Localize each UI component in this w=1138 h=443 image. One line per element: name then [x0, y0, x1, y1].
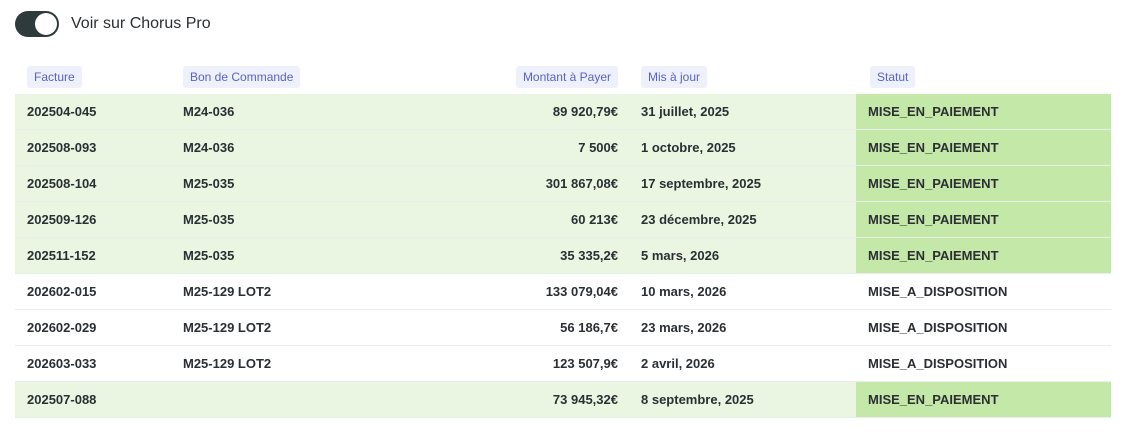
cell-statut: MISE_EN_PAIEMENT — [856, 381, 1111, 418]
cell-mis-a-jour: 23 mars, 2026 — [627, 309, 856, 346]
cell-mis-a-jour: 1 octobre, 2025 — [627, 129, 856, 166]
table-row[interactable]: 202602-015 M25-129 LOT2 133 079,04€ 10 mars… — [15, 273, 1111, 310]
cell-montant: 73 945,32€ — [495, 381, 627, 418]
toggle-knob — [35, 13, 57, 35]
cell-montant: 301 867,08€ — [495, 165, 627, 202]
column-header-facture[interactable]: Facture — [27, 66, 82, 88]
cell-bon-de-commande: M25-035 — [163, 237, 495, 274]
cell-statut: MISE_A_DISPOSITION — [856, 309, 1111, 346]
cell-montant: 60 213€ — [495, 201, 627, 238]
cell-bon-de-commande: M25-129 LOT2 — [163, 273, 495, 310]
cell-facture: 202603-033 — [15, 345, 163, 382]
cell-montant: 35 335,2€ — [495, 237, 627, 274]
table-row[interactable]: 202509-126 M25-035 60 213€ 23 décembre, 202… — [15, 201, 1111, 238]
table-row[interactable]: 202603-033 M25-129 LOT2 123 507,9€ 2 avril,… — [15, 345, 1111, 382]
table-row[interactable]: 202507-088 73 945,32€ 8 septembre, 2025 MIS… — [15, 381, 1111, 418]
cell-montant: 56 186,7€ — [495, 309, 627, 346]
cell-mis-a-jour: 5 mars, 2026 — [627, 237, 856, 274]
cell-mis-a-jour: 31 juillet, 2025 — [627, 94, 856, 130]
cell-statut: MISE_EN_PAIEMENT — [856, 201, 1111, 238]
cell-facture: 202507-088 — [15, 381, 163, 418]
cell-statut: MISE_EN_PAIEMENT — [856, 237, 1111, 274]
cell-bon-de-commande: M25-129 LOT2 — [163, 309, 495, 346]
cell-mis-a-jour: 10 mars, 2026 — [627, 273, 856, 310]
cell-bon-de-commande: M25-035 — [163, 165, 495, 202]
cell-mis-a-jour: 2 avril, 2026 — [627, 345, 856, 382]
cell-montant: 133 079,04€ — [495, 273, 627, 310]
column-header-statut[interactable]: Statut — [870, 66, 916, 88]
cell-montant: 89 920,79€ — [495, 94, 627, 130]
column-header-mis-a-jour[interactable]: Mis à jour — [641, 66, 708, 88]
cell-bon-de-commande: M25-035 — [163, 201, 495, 238]
cell-mis-a-jour: 8 septembre, 2025 — [627, 381, 856, 418]
cell-facture: 202602-015 — [15, 273, 163, 310]
cell-bon-de-commande — [163, 381, 495, 418]
cell-mis-a-jour: 23 décembre, 2025 — [627, 201, 856, 238]
column-header-montant[interactable]: Montant à Payer — [515, 66, 618, 88]
cell-facture: 202504-045 — [15, 94, 163, 130]
cell-bon-de-commande: M24-036 — [163, 94, 495, 130]
table-row[interactable]: 202508-104 M25-035 301 867,08€ 17 septembre… — [15, 165, 1111, 202]
cell-montant: 123 507,9€ — [495, 345, 627, 382]
chorus-pro-toggle[interactable] — [15, 11, 59, 37]
cell-statut: MISE_EN_PAIEMENT — [856, 129, 1111, 166]
invoices-table: Facture Bon de Commande Montant à Payer … — [15, 60, 1111, 418]
cell-facture: 202508-093 — [15, 129, 163, 166]
cell-facture: 202602-029 — [15, 309, 163, 346]
cell-bon-de-commande: M25-129 LOT2 — [163, 345, 495, 382]
cell-facture: 202511-152 — [15, 237, 163, 274]
cell-facture: 202509-126 — [15, 201, 163, 238]
cell-statut: MISE_EN_PAIEMENT — [856, 94, 1111, 130]
cell-montant: 7 500€ — [495, 129, 627, 166]
table-row[interactable]: 202602-029 M25-129 LOT2 56 186,7€ 23 mars, … — [15, 309, 1111, 346]
cell-statut: MISE_A_DISPOSITION — [856, 345, 1111, 382]
chorus-pro-toggle-row: Voir sur Chorus Pro — [15, 11, 211, 37]
cell-statut: MISE_EN_PAIEMENT — [856, 165, 1111, 202]
table-row[interactable]: 202508-093 M24-036 7 500€ 1 octobre, 2025 MI… — [15, 129, 1111, 166]
toggle-label: Voir sur Chorus Pro — [71, 15, 211, 32]
table-row[interactable]: 202504-045 M24-036 89 920,79€ 31 juillet, 2… — [15, 94, 1111, 130]
table-header-row: Facture Bon de Commande Montant à Payer … — [15, 60, 1111, 94]
column-header-bon-de-commande[interactable]: Bon de Commande — [183, 66, 301, 88]
cell-bon-de-commande: M24-036 — [163, 129, 495, 166]
cell-mis-a-jour: 17 septembre, 2025 — [627, 165, 856, 202]
table-row[interactable]: 202511-152 M25-035 35 335,2€ 5 mars, 2026 MI… — [15, 237, 1111, 274]
cell-statut: MISE_A_DISPOSITION — [856, 273, 1111, 310]
cell-facture: 202508-104 — [15, 165, 163, 202]
